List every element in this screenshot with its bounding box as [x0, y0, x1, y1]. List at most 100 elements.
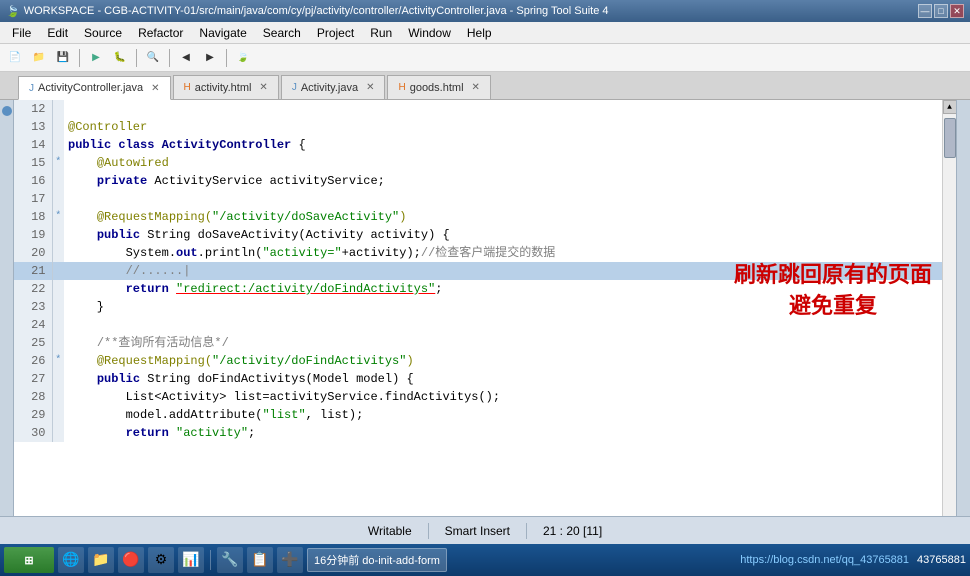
code-line[interactable]: @RequestMapping("/activity/doSaveActivit… — [64, 208, 942, 226]
code-table: 12 13 @Controller 14 public cla — [14, 100, 942, 442]
toolbar-run[interactable]: ▶ — [85, 47, 107, 69]
line-marker — [52, 262, 64, 280]
tab-activitycontroller[interactable]: J ActivityController.java ✕ — [18, 76, 171, 100]
left-gutter — [0, 100, 14, 516]
start-button[interactable]: ⊞ — [4, 547, 54, 573]
code-line[interactable]: //......| — [64, 262, 942, 280]
toolbar-save[interactable]: 💾 — [52, 47, 74, 69]
maximize-button[interactable]: □ — [934, 4, 948, 18]
code-line[interactable] — [64, 190, 942, 208]
menu-file[interactable]: File — [4, 24, 39, 42]
menu-window[interactable]: Window — [400, 24, 459, 42]
line-marker — [52, 316, 64, 334]
menu-project[interactable]: Project — [309, 24, 362, 42]
table-row: 25 /**查询所有活动信息*/ — [14, 334, 942, 352]
code-line[interactable]: return "activity"; — [64, 424, 942, 442]
string-redirect: "redirect:/activity/doFindActivitys" — [176, 282, 435, 296]
left-panel-icon[interactable] — [2, 106, 12, 116]
code-line[interactable]: public String doFindActivitys(Model mode… — [64, 370, 942, 388]
code-area[interactable]: 12 13 @Controller 14 public cla — [14, 100, 942, 516]
tab-activity-java-close[interactable]: ✕ — [366, 82, 374, 93]
code-line[interactable]: @Controller — [64, 118, 942, 136]
keyword-private: private — [97, 174, 147, 188]
annotation-requestmapping-1: @RequestMapping("/activity/doSaveActivit… — [97, 210, 407, 224]
toolbar-new[interactable]: 📄 — [4, 47, 26, 69]
tab-activity-html[interactable]: H activity.html ✕ — [173, 75, 279, 99]
toolbar-debug[interactable]: 🐛 — [109, 47, 131, 69]
table-row: 14 public class ActivityController { — [14, 136, 942, 154]
line-number: 30 — [14, 424, 52, 442]
code-line[interactable]: @Autowired — [64, 154, 942, 172]
toolbar-sep-2 — [136, 49, 137, 67]
code-line[interactable]: @RequestMapping("/activity/doFindActivit… — [64, 352, 942, 370]
tab-goods-html-label: goods.html — [410, 82, 464, 94]
taskbar-icon-7[interactable]: 📋 — [247, 547, 273, 573]
code-line[interactable]: private ActivityService activityService; — [64, 172, 942, 190]
code-line[interactable]: List<Activity> list=activityService.find… — [64, 388, 942, 406]
code-line[interactable]: } — [64, 298, 942, 316]
status-writable: Writable — [368, 524, 412, 538]
table-row: 23 } — [14, 298, 942, 316]
tab-goods-html[interactable]: H goods.html ✕ — [387, 75, 490, 99]
taskbar-icon-4[interactable]: ⚙ — [148, 547, 174, 573]
tab-activitycontroller-close[interactable]: ✕ — [151, 83, 159, 94]
tab-activity-java[interactable]: J Activity.java ✕ — [281, 75, 386, 99]
right-scrollbar[interactable]: ▲ — [942, 100, 956, 516]
code-line[interactable]: public class ActivityController { — [64, 136, 942, 154]
toolbar-open[interactable]: 📁 — [28, 47, 50, 69]
tab-html-icon-2: H — [398, 82, 405, 93]
menu-refactor[interactable]: Refactor — [130, 24, 191, 42]
menu-navigate[interactable]: Navigate — [191, 24, 254, 42]
taskbar-icon-3[interactable]: 🔴 — [118, 547, 144, 573]
class-name: ActivityController — [162, 138, 292, 152]
table-row: 27 public String doFindActivitys(Model m… — [14, 370, 942, 388]
menu-search[interactable]: Search — [255, 24, 309, 42]
taskbar-icon-6[interactable]: 🔧 — [217, 547, 243, 573]
status-insert-mode: Smart Insert — [445, 524, 510, 538]
taskbar-icon-1[interactable]: 🌐 — [58, 547, 84, 573]
tab-goods-html-close[interactable]: ✕ — [472, 82, 480, 93]
line-marker — [52, 406, 64, 424]
right-panel — [956, 100, 970, 516]
line-number: 16 — [14, 172, 52, 190]
code-line[interactable]: System.out.println("activity="+activity)… — [64, 244, 942, 262]
code-line[interactable]: public String doSaveActivity(Activity ac… — [64, 226, 942, 244]
string-activity: "activity" — [176, 426, 248, 440]
line-marker — [52, 298, 64, 316]
taskbar-icon-5[interactable]: 📊 — [178, 547, 204, 573]
code-content: 12 13 @Controller 14 public cla — [14, 100, 942, 516]
title-bar-left: 🍃 WORKSPACE - CGB-ACTIVITY-01/src/main/j… — [6, 5, 609, 18]
line-number: 20 — [14, 244, 52, 262]
tab-java-icon: J — [29, 83, 34, 94]
menu-run[interactable]: Run — [362, 24, 400, 42]
menu-help[interactable]: Help — [459, 24, 500, 42]
toolbar-spring[interactable]: 🍃 — [232, 47, 254, 69]
status-bar: Writable Smart Insert 21 : 20 [11] — [0, 516, 970, 544]
tab-activity-html-close[interactable]: ✕ — [259, 82, 267, 93]
code-line[interactable] — [64, 316, 942, 334]
line-number: 15 — [14, 154, 52, 172]
close-button[interactable]: ✕ — [950, 4, 964, 18]
taskbar-app-label[interactable]: 16分钟前 do-init-add-form — [307, 548, 447, 572]
code-line[interactable]: /**查询所有活动信息*/ — [64, 334, 942, 352]
line-number: 14 — [14, 136, 52, 154]
scroll-up-arrow[interactable]: ▲ — [943, 100, 957, 114]
line-number: 12 — [14, 100, 52, 118]
table-row: 29 model.addAttribute("list", list); — [14, 406, 942, 424]
taskbar-icon-8[interactable]: ➕ — [277, 547, 303, 573]
table-row: 30 return "activity"; — [14, 424, 942, 442]
title-bar-controls[interactable]: — □ ✕ — [918, 4, 964, 18]
comment-2: /**查询所有活动信息*/ — [97, 336, 229, 350]
taskbar-icon-2[interactable]: 📁 — [88, 547, 114, 573]
scroll-thumb[interactable] — [944, 118, 956, 158]
menu-edit[interactable]: Edit — [39, 24, 76, 42]
menu-source[interactable]: Source — [76, 24, 130, 42]
code-line[interactable]: return "redirect:/activity/doFindActivit… — [64, 280, 942, 298]
toolbar-search[interactable]: 🔍 — [142, 47, 164, 69]
code-line[interactable] — [64, 100, 942, 118]
toolbar-back[interactable]: ◀ — [175, 47, 197, 69]
code-line[interactable]: model.addAttribute("list", list); — [64, 406, 942, 424]
sys-tray-extra: 43765881 — [917, 554, 966, 566]
minimize-button[interactable]: — — [918, 4, 932, 18]
toolbar-forward[interactable]: ▶ — [199, 47, 221, 69]
